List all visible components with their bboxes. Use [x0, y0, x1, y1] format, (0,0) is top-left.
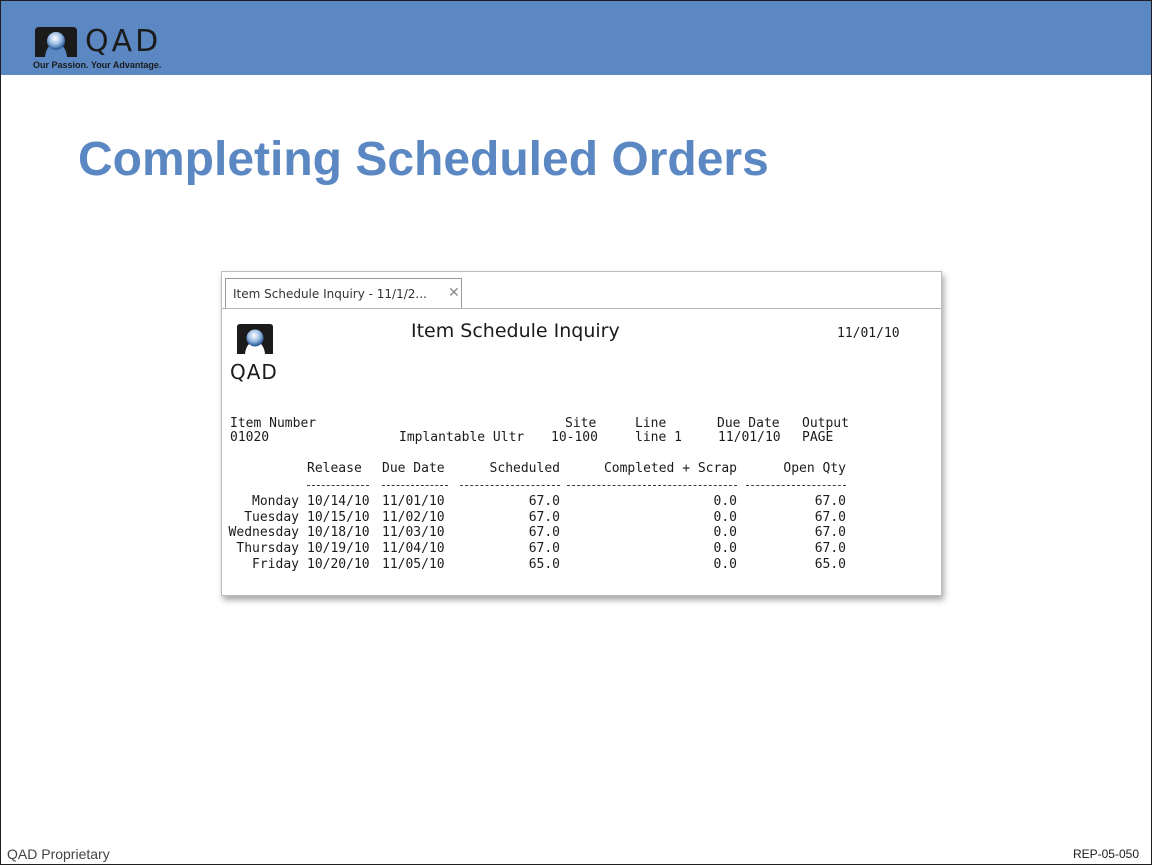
- row-release: 10/19/10: [307, 541, 370, 556]
- header-bar: QAD Our Passion. Your Advantage.: [1, 1, 1151, 75]
- row-due-date: 11/04/10: [382, 541, 445, 556]
- row-scheduled: 67.0: [528, 541, 560, 556]
- close-icon[interactable]: ✕: [448, 284, 460, 301]
- divider: [567, 485, 737, 486]
- row-due-date: 11/02/10: [382, 510, 445, 525]
- brand-logo: QAD Our Passion. Your Advantage.: [33, 25, 193, 75]
- row-day: Thursday: [236, 541, 299, 556]
- row-scheduled: 67.0: [528, 525, 560, 540]
- col-open-qty-header: Open Qty: [783, 461, 846, 476]
- report-logo-text: QAD: [230, 360, 278, 384]
- row-day: Friday: [252, 557, 299, 572]
- row-completed: 0.0: [713, 525, 737, 540]
- output-value: PAGE: [802, 430, 834, 445]
- row-open-qty: 67.0: [814, 494, 846, 509]
- qad-logo-icon: [237, 324, 273, 354]
- slide-title: Completing Scheduled Orders: [78, 133, 769, 186]
- row-scheduled: 67.0: [528, 494, 560, 509]
- item-number-value: 01020: [230, 430, 270, 445]
- divider: [307, 485, 369, 486]
- brand-name: QAD: [85, 24, 162, 59]
- divider: [746, 485, 846, 486]
- row-completed: 0.0: [713, 510, 737, 525]
- row-open-qty: 65.0: [814, 557, 846, 572]
- row-release: 10/20/10: [307, 557, 370, 572]
- report-logo: QAD: [230, 320, 290, 384]
- row-scheduled: 67.0: [528, 510, 560, 525]
- row-day: Wednesday: [228, 525, 299, 540]
- row-open-qty: 67.0: [814, 541, 846, 556]
- col-due-date-header: Due Date: [382, 461, 445, 476]
- output-label: Output: [802, 416, 849, 431]
- site-label: Site: [565, 416, 597, 431]
- report-date: 11/01/10: [837, 326, 900, 341]
- row-day: Tuesday: [244, 510, 299, 525]
- row-release: 10/15/10: [307, 510, 370, 525]
- line-value: line 1: [635, 430, 682, 445]
- row-due-date: 11/03/10: [382, 525, 445, 540]
- tab-strip: Item Schedule Inquiry - 11/1/2... ✕: [222, 272, 941, 309]
- footer-proprietary: QAD Proprietary: [7, 846, 110, 862]
- col-scheduled-header: Scheduled: [489, 461, 560, 476]
- row-completed: 0.0: [713, 557, 737, 572]
- item-number-label: Item Number: [230, 416, 317, 431]
- item-description: Implantable Ultr: [399, 430, 525, 445]
- row-release: 10/14/10: [307, 494, 370, 509]
- qad-logo-icon: [35, 27, 77, 57]
- divider: [382, 485, 448, 486]
- line-label: Line: [635, 416, 667, 431]
- item-schedule-inquiry-window: Item Schedule Inquiry - 11/1/2... ✕ QAD …: [221, 271, 942, 596]
- row-open-qty: 67.0: [814, 525, 846, 540]
- row-release: 10/18/10: [307, 525, 370, 540]
- col-release-header: Release: [307, 461, 362, 476]
- row-due-date: 11/05/10: [382, 557, 445, 572]
- footer-slide-code: REP-05-050: [1072, 847, 1139, 861]
- tab-label: Item Schedule Inquiry - 11/1/2...: [233, 287, 427, 301]
- due-date-label: Due Date: [717, 416, 780, 431]
- divider: [460, 485, 560, 486]
- due-date-value: 11/01/10: [718, 430, 781, 445]
- row-day: Monday: [252, 494, 299, 509]
- row-due-date: 11/01/10: [382, 494, 445, 509]
- row-open-qty: 67.0: [814, 510, 846, 525]
- site-value: 10-100: [551, 430, 598, 445]
- tab-item-schedule-inquiry[interactable]: Item Schedule Inquiry - 11/1/2... ✕: [225, 278, 462, 308]
- col-completed-scrap-header: Completed + Scrap: [603, 461, 737, 476]
- row-completed: 0.0: [713, 494, 737, 509]
- brand-tagline: Our Passion. Your Advantage.: [33, 60, 162, 70]
- row-completed: 0.0: [713, 541, 737, 556]
- report-title: Item Schedule Inquiry: [411, 320, 620, 342]
- row-scheduled: 65.0: [528, 557, 560, 572]
